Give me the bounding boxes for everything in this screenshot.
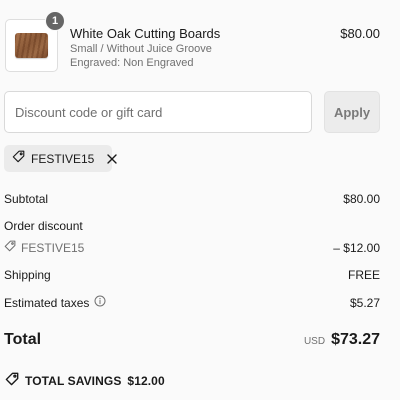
discount-code-row: FESTIVE15 – $12.00 xyxy=(4,240,380,255)
product-title: White Oak Cutting Boards xyxy=(70,26,221,41)
savings-tag-icon xyxy=(5,372,19,389)
order-discount-label: Order discount xyxy=(4,219,83,233)
total-row: Total USD $73.27 xyxy=(4,331,380,349)
applied-code-label: FESTIVE15 xyxy=(31,151,95,166)
close-icon[interactable] xyxy=(107,153,118,164)
product-engraving: Engraved: Non Engraved xyxy=(70,57,194,69)
product-price: $80.00 xyxy=(340,26,380,41)
total-amount: USD $73.27 xyxy=(304,331,380,349)
info-icon[interactable] xyxy=(94,295,106,310)
apply-button[interactable]: Apply xyxy=(324,91,380,133)
discount-code-label: FESTIVE15 xyxy=(21,240,85,255)
savings-label: TOTAL SAVINGS xyxy=(25,373,122,388)
taxes-label: Estimated taxes xyxy=(4,295,90,310)
taxes-value: $5.27 xyxy=(349,295,380,310)
tag-icon xyxy=(12,150,25,168)
applied-discount-chip: FESTIVE15 xyxy=(4,145,118,172)
savings-value: $12.00 xyxy=(127,373,165,388)
order-discount-row: Order discount xyxy=(4,219,380,233)
shipping-label: Shipping xyxy=(4,268,51,282)
line-item: 1 White Oak Cutting Boards Small / Witho… xyxy=(0,0,400,80)
subtotal-row: Subtotal $80.00 xyxy=(4,192,380,206)
discount-code-input[interactable] xyxy=(4,91,312,133)
cutting-board-image xyxy=(15,33,48,58)
product-variant: Small / Without Juice Groove xyxy=(70,43,212,55)
taxes-label-group: Estimated taxes xyxy=(4,295,106,310)
total-label: Total xyxy=(4,331,42,348)
shipping-row: Shipping FREE xyxy=(4,268,380,282)
subtotal-label: Subtotal xyxy=(4,192,49,206)
discount-value: – $12.00 xyxy=(333,240,380,255)
quantity-badge: 1 xyxy=(45,11,65,31)
tag-icon xyxy=(4,240,16,255)
total-value: $73.27 xyxy=(331,331,380,348)
total-savings: TOTAL SAVINGS $12.00 xyxy=(5,372,165,389)
taxes-row: Estimated taxes $5.27 xyxy=(4,295,380,310)
discount-code-line: FESTIVE15 xyxy=(4,240,84,255)
shipping-value: FREE xyxy=(347,268,380,282)
currency-code: USD xyxy=(303,336,326,347)
subtotal-value: $80.00 xyxy=(343,192,380,206)
